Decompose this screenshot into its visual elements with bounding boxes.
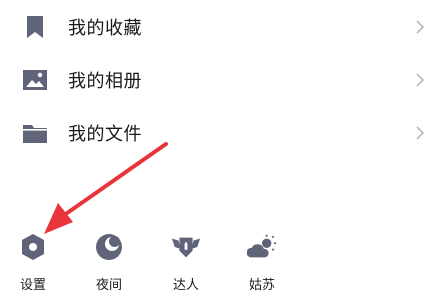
bottom-toolbar: 设置 夜间 达人 姑苏: [0, 224, 446, 306]
expert-button[interactable]: 达人: [156, 224, 216, 304]
winged-badge-icon: [171, 232, 201, 262]
menu-item-favorites[interactable]: 我的收藏: [0, 0, 446, 54]
menu-item-label: 我的文件: [68, 124, 142, 145]
expert-label: 达人: [172, 278, 199, 293]
menu-item-album[interactable]: 我的相册: [0, 53, 446, 107]
settings-hexagon-icon: [18, 232, 48, 262]
weather-label: 姑苏: [248, 278, 275, 293]
menu-item-label: 我的收藏: [68, 18, 142, 39]
image-icon: [22, 67, 48, 93]
settings-label: 设置: [19, 278, 46, 293]
weather-cloud-sun-icon: [247, 232, 277, 262]
night-mode-label: 夜间: [95, 278, 122, 293]
chevron-right-icon: [414, 19, 426, 35]
bookmark-icon: [22, 14, 48, 40]
chevron-right-icon: [414, 125, 426, 141]
folder-icon: [22, 120, 48, 146]
chevron-right-icon: [414, 72, 426, 88]
menu-item-files[interactable]: 我的文件: [0, 106, 446, 160]
menu-item-label: 我的相册: [68, 71, 142, 92]
night-mode-button[interactable]: 夜间: [79, 224, 139, 304]
weather-button[interactable]: 姑苏: [232, 224, 292, 304]
moon-icon: [94, 232, 124, 262]
settings-button[interactable]: 设置: [3, 224, 63, 304]
